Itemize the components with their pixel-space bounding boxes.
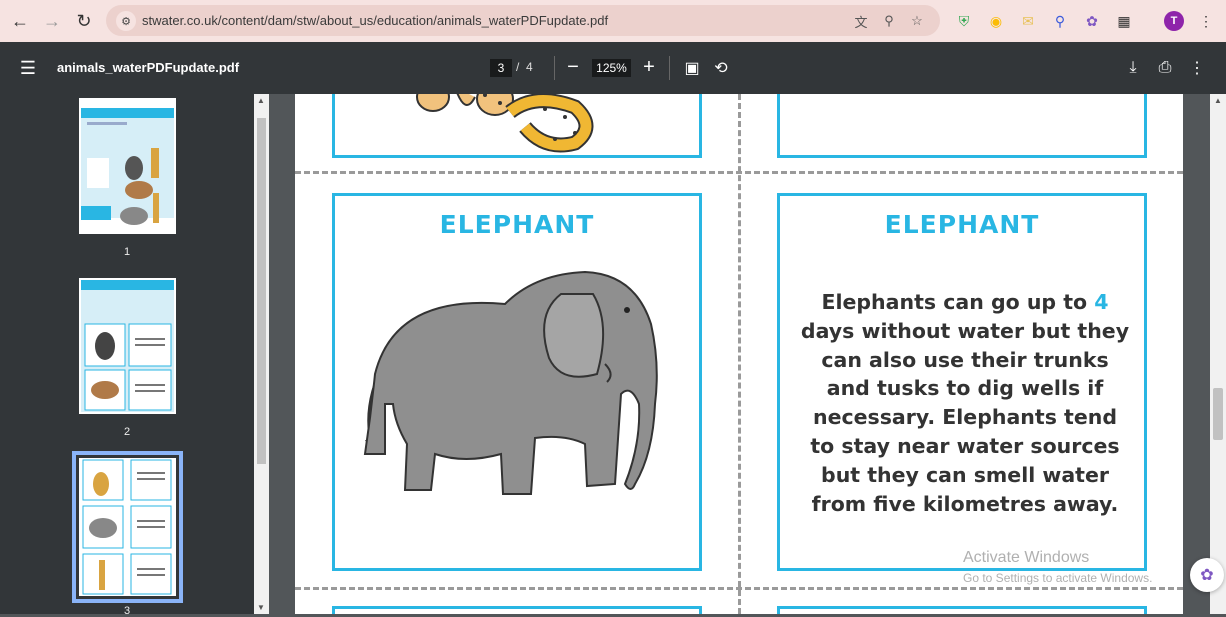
activate-windows-title: Activate Windows: [963, 549, 1090, 566]
elephant-illustration: [363, 270, 658, 495]
mail-extension-icon[interactable]: ✉: [1018, 11, 1038, 31]
forward-icon[interactable]: →: [36, 5, 68, 37]
address-bar[interactable]: ⚙ stwater.co.uk/content/dam/stw/about_us…: [106, 5, 940, 36]
sidebar-scroll-thumb[interactable]: [257, 118, 266, 464]
zoom-input[interactable]: 125%: [592, 59, 631, 77]
color-extension-icon[interactable]: ◉: [986, 11, 1006, 31]
fact-text-start: Elephants can go up to: [821, 290, 1095, 314]
extensions-puzzle-icon[interactable]: ▦: [1114, 11, 1134, 31]
cut-line: [738, 94, 741, 614]
sidebar-scrollbar[interactable]: ▲ ▼: [254, 94, 269, 614]
file-title: animals_waterPDFupdate.pdf: [57, 60, 240, 75]
page-thumbnail-2[interactable]: [79, 278, 176, 414]
scroll-up-arrow-icon[interactable]: ▲: [1214, 96, 1222, 105]
activate-windows-subtitle: Go to Settings to activate Windows.: [963, 571, 1153, 585]
pdf-viewer: ELEPHANT ELEPHANT Elephants can go up to…: [269, 94, 1210, 614]
toolbar-divider: [669, 56, 670, 80]
giraffe-picture-card: [332, 606, 702, 614]
scroll-down-arrow-icon[interactable]: ▼: [257, 603, 265, 612]
fact-highlight-number: 4: [1094, 290, 1109, 314]
site-info-icon[interactable]: ⚙: [116, 11, 136, 31]
fact-text-end: days without water but they can also use…: [800, 318, 1130, 516]
giraffe-fact-card: [777, 606, 1147, 614]
page-number-input[interactable]: 3: [490, 59, 512, 77]
browser-toolbar: ← → ↻ ⚙ stwater.co.uk/content/dam/stw/ab…: [0, 0, 1226, 42]
browser-menu-icon[interactable]: ⋮: [1196, 11, 1216, 31]
right-card-title: ELEPHANT: [884, 210, 1040, 239]
cheetah-illustration: [416, 94, 594, 153]
reload-icon[interactable]: ↻: [68, 5, 100, 37]
toolbar-divider: [554, 56, 555, 80]
zoom-lens-icon[interactable]: ⚲: [880, 12, 898, 30]
thumbnail-3-preview: [79, 458, 176, 596]
translate-icon[interactable]: 文: [852, 12, 870, 30]
page-thumbnail-3[interactable]: [72, 451, 183, 603]
fit-page-icon[interactable]: ▣: [681, 57, 703, 79]
shield-extension-icon[interactable]: ⛨: [954, 11, 974, 31]
zoom-in-icon[interactable]: +: [637, 55, 661, 79]
thumbnail-sidebar: 1 2 3: [0, 94, 254, 617]
thumbnail-2-preview: [79, 278, 176, 414]
thumbnail-label-2: 2: [123, 426, 131, 438]
page-separator: /: [516, 60, 520, 74]
bookmark-star-icon[interactable]: ☆: [908, 12, 926, 30]
more-options-icon[interactable]: ⋮: [1186, 57, 1208, 79]
download-icon[interactable]: ⤓: [1122, 57, 1144, 79]
print-icon[interactable]: ⎙: [1154, 57, 1176, 79]
thumbnail-label-1: 1: [123, 246, 131, 258]
search-extension-icon[interactable]: ⚲: [1050, 11, 1070, 31]
profile-avatar[interactable]: T: [1164, 11, 1184, 31]
left-card-title: ELEPHANT: [439, 210, 595, 239]
url-text[interactable]: stwater.co.uk/content/dam/stw/about_us/e…: [142, 13, 608, 28]
elephant-fact-card: ELEPHANT Elephants can go up to 4 days w…: [777, 193, 1147, 571]
hamburger-menu-icon[interactable]: ☰: [18, 58, 38, 78]
pdf-page: ELEPHANT ELEPHANT Elephants can go up to…: [295, 94, 1183, 614]
scroll-up-arrow-icon[interactable]: ▲: [257, 96, 265, 105]
rotate-icon[interactable]: ⟲: [710, 57, 732, 79]
cheetah-picture-card: [332, 94, 702, 158]
ai-extension-icon[interactable]: ✿: [1082, 11, 1102, 31]
pdf-toolbar: ☰ animals_waterPDFupdate.pdf 3 / 4 − 125…: [0, 42, 1226, 94]
thumbnail-label-3: 3: [123, 605, 131, 617]
assistant-brain-icon[interactable]: ✿: [1190, 558, 1224, 592]
viewer-scroll-thumb[interactable]: [1213, 388, 1223, 440]
page-thumbnail-1[interactable]: [79, 98, 176, 234]
viewer-scrollbar[interactable]: ▲: [1210, 94, 1226, 614]
elephant-picture-card: ELEPHANT: [332, 193, 702, 571]
zoom-out-icon[interactable]: −: [561, 55, 585, 79]
cheetah-fact-card: [777, 94, 1147, 158]
elephant-fact-text: Elephants can go up to 4 days without wa…: [800, 288, 1130, 518]
back-icon[interactable]: ←: [4, 5, 36, 37]
page-total: 4: [526, 60, 533, 74]
thumbnail-1-preview: [79, 98, 176, 234]
